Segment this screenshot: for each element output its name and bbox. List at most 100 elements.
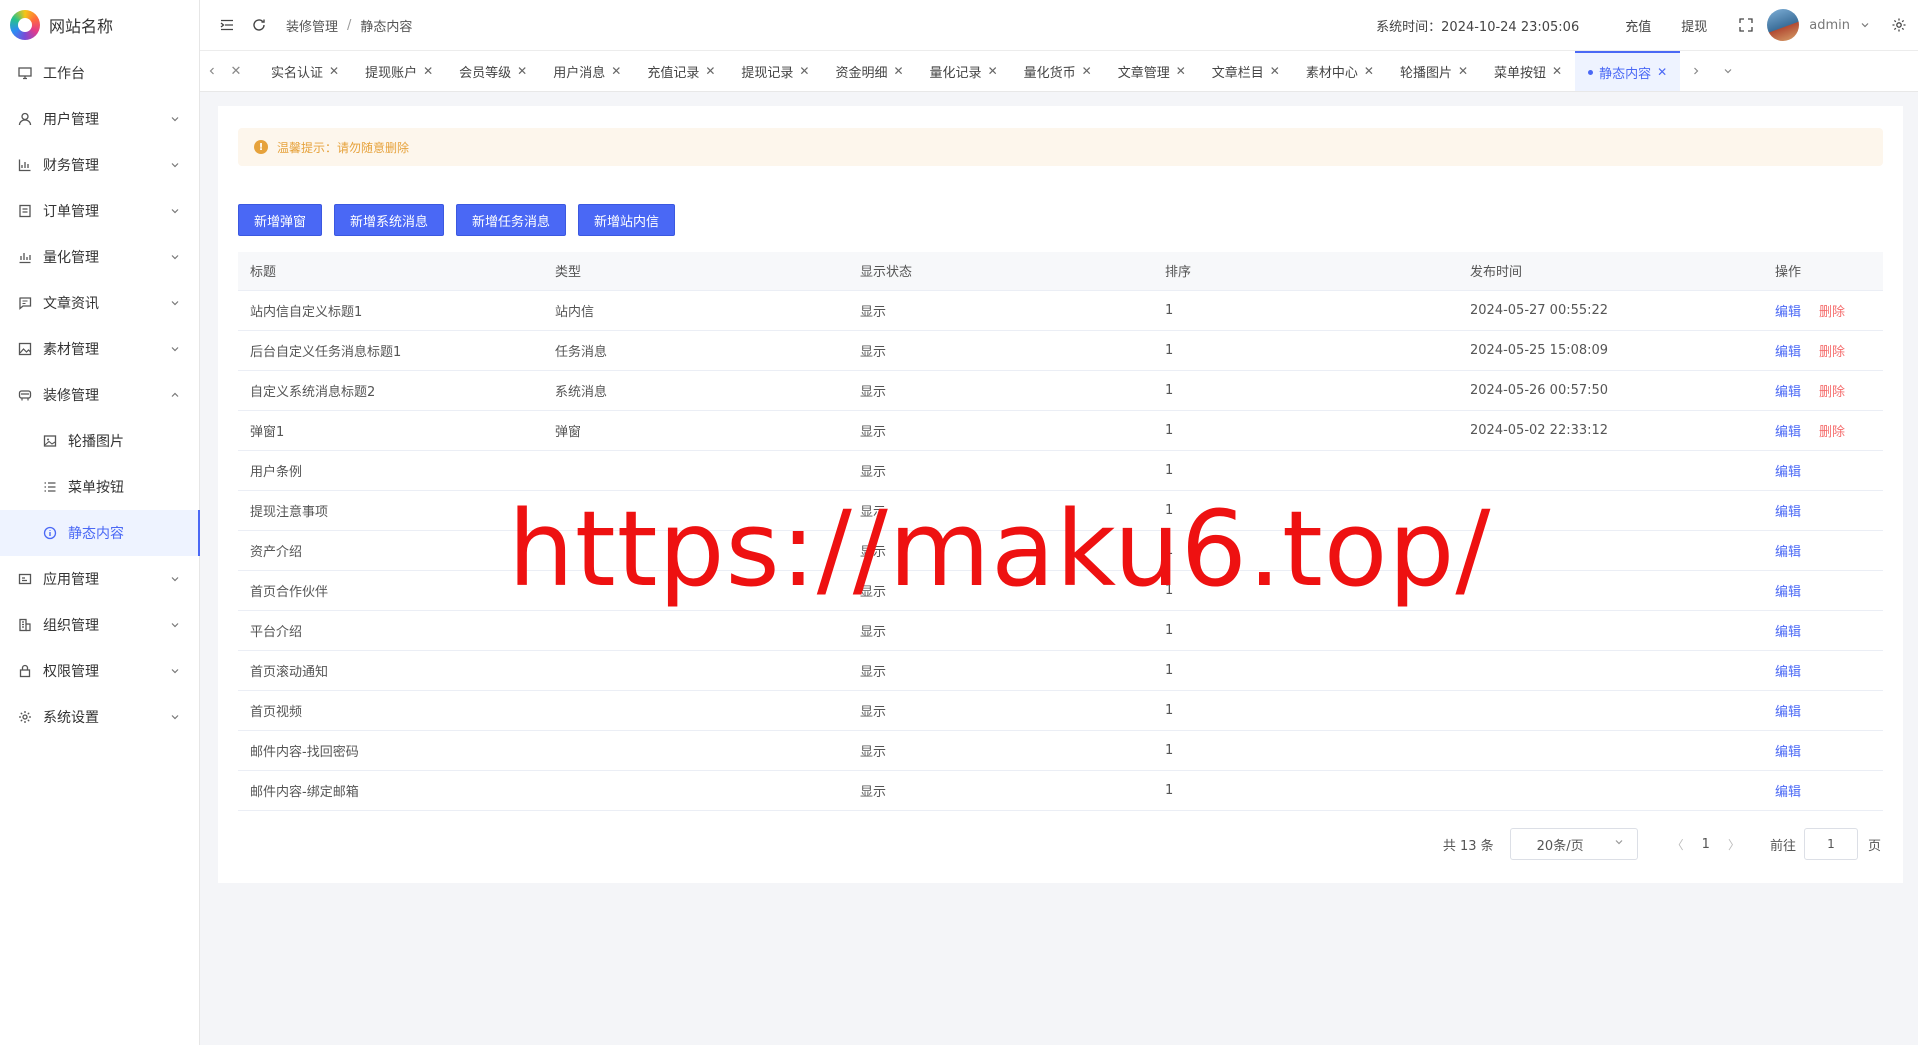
edit-link[interactable]: 编辑 [1775, 545, 1801, 560]
pagination: 共 13 条 20条/页 〈 1 〉 前往 页 [1443, 828, 1881, 860]
sidebar-item-menu-buttons[interactable]: 菜单按钮 [0, 464, 199, 510]
add-site-mail-button[interactable]: 新增站内信 [578, 204, 676, 236]
menu-fold-icon[interactable] [218, 16, 236, 34]
sidebar-item-finance[interactable]: 财务管理 [0, 142, 199, 188]
tabs-close-all-icon[interactable]: ✕ [224, 51, 248, 91]
tab-quant-records[interactable]: 量化记录 ✕ [917, 51, 1011, 91]
sidebar-item-permissions[interactable]: 权限管理 [0, 648, 199, 694]
quant-icon [17, 249, 33, 265]
goto-page-input[interactable] [1803, 828, 1858, 860]
sidebar-item-organization[interactable]: 组织管理 [0, 602, 199, 648]
close-icon[interactable]: ✕ [329, 64, 339, 78]
sidebar-item-quant[interactable]: 量化管理 [0, 234, 199, 280]
tabs-dropdown-icon[interactable] [1716, 51, 1740, 91]
tab-static-content[interactable]: 静态内容 ✕ [1575, 51, 1681, 91]
cell-type: 站内信 [543, 290, 848, 331]
edit-link[interactable]: 编辑 [1775, 705, 1801, 720]
add-system-message-button[interactable]: 新增系统消息 [334, 204, 445, 236]
close-icon[interactable]: ✕ [893, 64, 903, 78]
sidebar-item-materials[interactable]: 素材管理 [0, 326, 199, 372]
recharge-link[interactable]: 充值 [1625, 16, 1651, 35]
edit-link[interactable]: 编辑 [1775, 505, 1801, 520]
user-name[interactable]: admin [1809, 18, 1850, 33]
sidebar-item-static-content[interactable]: 静态内容 [0, 510, 200, 556]
tab-fund-details[interactable]: 资金明细 ✕ [822, 51, 916, 91]
close-icon[interactable]: ✕ [517, 64, 527, 78]
fullscreen-icon[interactable] [1737, 16, 1755, 34]
tab-user-messages[interactable]: 用户消息 ✕ [540, 51, 634, 91]
delete-link[interactable]: 删除 [1819, 425, 1845, 440]
tab-member-level[interactable]: 会员等级 ✕ [446, 51, 540, 91]
sidebar-item-workbench[interactable]: 工作台 [0, 50, 199, 96]
sidebar-item-apps[interactable]: 应用管理 [0, 556, 199, 602]
close-icon[interactable]: ✕ [799, 64, 809, 78]
chevron-down-icon [169, 205, 181, 217]
edit-link[interactable]: 编辑 [1775, 345, 1801, 360]
delete-link[interactable]: 删除 [1819, 345, 1845, 360]
page-size-select[interactable]: 20条/页 [1509, 828, 1638, 860]
prev-page-icon[interactable]: 〈 [1672, 836, 1684, 853]
chevron-down-icon[interactable] [1856, 16, 1874, 34]
add-popup-button[interactable]: 新增弹窗 [238, 204, 323, 236]
edit-link[interactable]: 编辑 [1775, 425, 1801, 440]
close-icon[interactable]: ✕ [988, 64, 998, 78]
avatar[interactable] [1767, 9, 1800, 41]
tab-label: 提现账户 [365, 65, 418, 81]
delete-link[interactable]: 删除 [1819, 305, 1845, 320]
logo[interactable]: 网站名称 [0, 0, 199, 50]
edit-link[interactable]: 编辑 [1775, 585, 1801, 600]
cell-title: 首页视频 [238, 690, 543, 731]
close-icon[interactable]: ✕ [1552, 64, 1562, 78]
close-icon[interactable]: ✕ [1270, 64, 1280, 78]
close-icon[interactable]: ✕ [1364, 64, 1374, 78]
breadcrumb-item[interactable]: 装修管理 [286, 16, 338, 35]
tabs-prev-icon[interactable] [200, 51, 224, 91]
close-icon[interactable]: ✕ [611, 64, 621, 78]
withdraw-link[interactable]: 提现 [1681, 16, 1707, 35]
table-row: 后台自定义任务消息标题1 任务消息 显示 1 2024-05-25 15:08:09 编辑… [238, 330, 1883, 371]
edit-link[interactable]: 编辑 [1775, 745, 1801, 760]
add-task-message-button[interactable]: 新增任务消息 [456, 204, 567, 236]
sidebar-item-users[interactable]: 用户管理 [0, 96, 199, 142]
tabs-next-icon[interactable] [1684, 51, 1708, 91]
gear-icon [17, 709, 33, 725]
tab-carousel[interactable]: 轮播图片 ✕ [1387, 51, 1481, 91]
edit-link[interactable]: 编辑 [1775, 665, 1801, 680]
column-header-title: 标题 [238, 252, 543, 291]
tab-real-name[interactable]: 实名认证 ✕ [258, 51, 352, 91]
close-icon[interactable]: ✕ [1082, 64, 1092, 78]
current-page[interactable]: 1 [1702, 837, 1710, 852]
tab-quant-currency[interactable]: 量化货币 ✕ [1011, 51, 1105, 91]
cell-actions: 编辑 删除 [1763, 410, 1883, 451]
tab-material-center[interactable]: 素材中心 ✕ [1293, 51, 1387, 91]
sidebar-item-decorate[interactable]: 装修管理 [0, 372, 199, 418]
next-page-icon[interactable]: 〉 [1728, 836, 1740, 853]
tab-article-columns[interactable]: 文章栏目 ✕ [1199, 51, 1293, 91]
tab-recharge-records[interactable]: 充值记录 ✕ [634, 51, 728, 91]
tab-label: 菜单按钮 [1494, 65, 1547, 81]
tab-label: 轮播图片 [1399, 65, 1452, 81]
tab-withdraw-records[interactable]: 提现记录 ✕ [728, 51, 822, 91]
sidebar-item-orders[interactable]: 订单管理 [0, 188, 199, 234]
close-icon[interactable]: ✕ [1458, 64, 1468, 78]
tab-article-manage[interactable]: 文章管理 ✕ [1105, 51, 1199, 91]
sidebar-item-carousel[interactable]: 轮播图片 [0, 418, 199, 464]
sidebar-item-articles[interactable]: 文章资讯 [0, 280, 199, 326]
delete-link[interactable]: 删除 [1819, 385, 1845, 400]
tab-withdraw-account[interactable]: 提现账户 ✕ [352, 51, 446, 91]
refresh-icon[interactable] [250, 16, 268, 34]
sidebar-item-settings[interactable]: 系统设置 [0, 694, 199, 740]
edit-link[interactable]: 编辑 [1775, 465, 1801, 480]
settings-gear-icon[interactable] [1890, 16, 1908, 34]
edit-link[interactable]: 编辑 [1775, 305, 1801, 320]
edit-link[interactable]: 编辑 [1775, 785, 1801, 800]
close-icon[interactable]: ✕ [1657, 65, 1667, 79]
close-icon[interactable]: ✕ [1176, 64, 1186, 78]
chevron-down-icon [169, 711, 181, 723]
close-icon[interactable]: ✕ [705, 64, 715, 78]
edit-link[interactable]: 编辑 [1775, 385, 1801, 400]
tab-menu-buttons[interactable]: 菜单按钮 ✕ [1481, 51, 1575, 91]
chevron-down-icon [169, 573, 181, 585]
edit-link[interactable]: 编辑 [1775, 625, 1801, 640]
close-icon[interactable]: ✕ [423, 64, 433, 78]
